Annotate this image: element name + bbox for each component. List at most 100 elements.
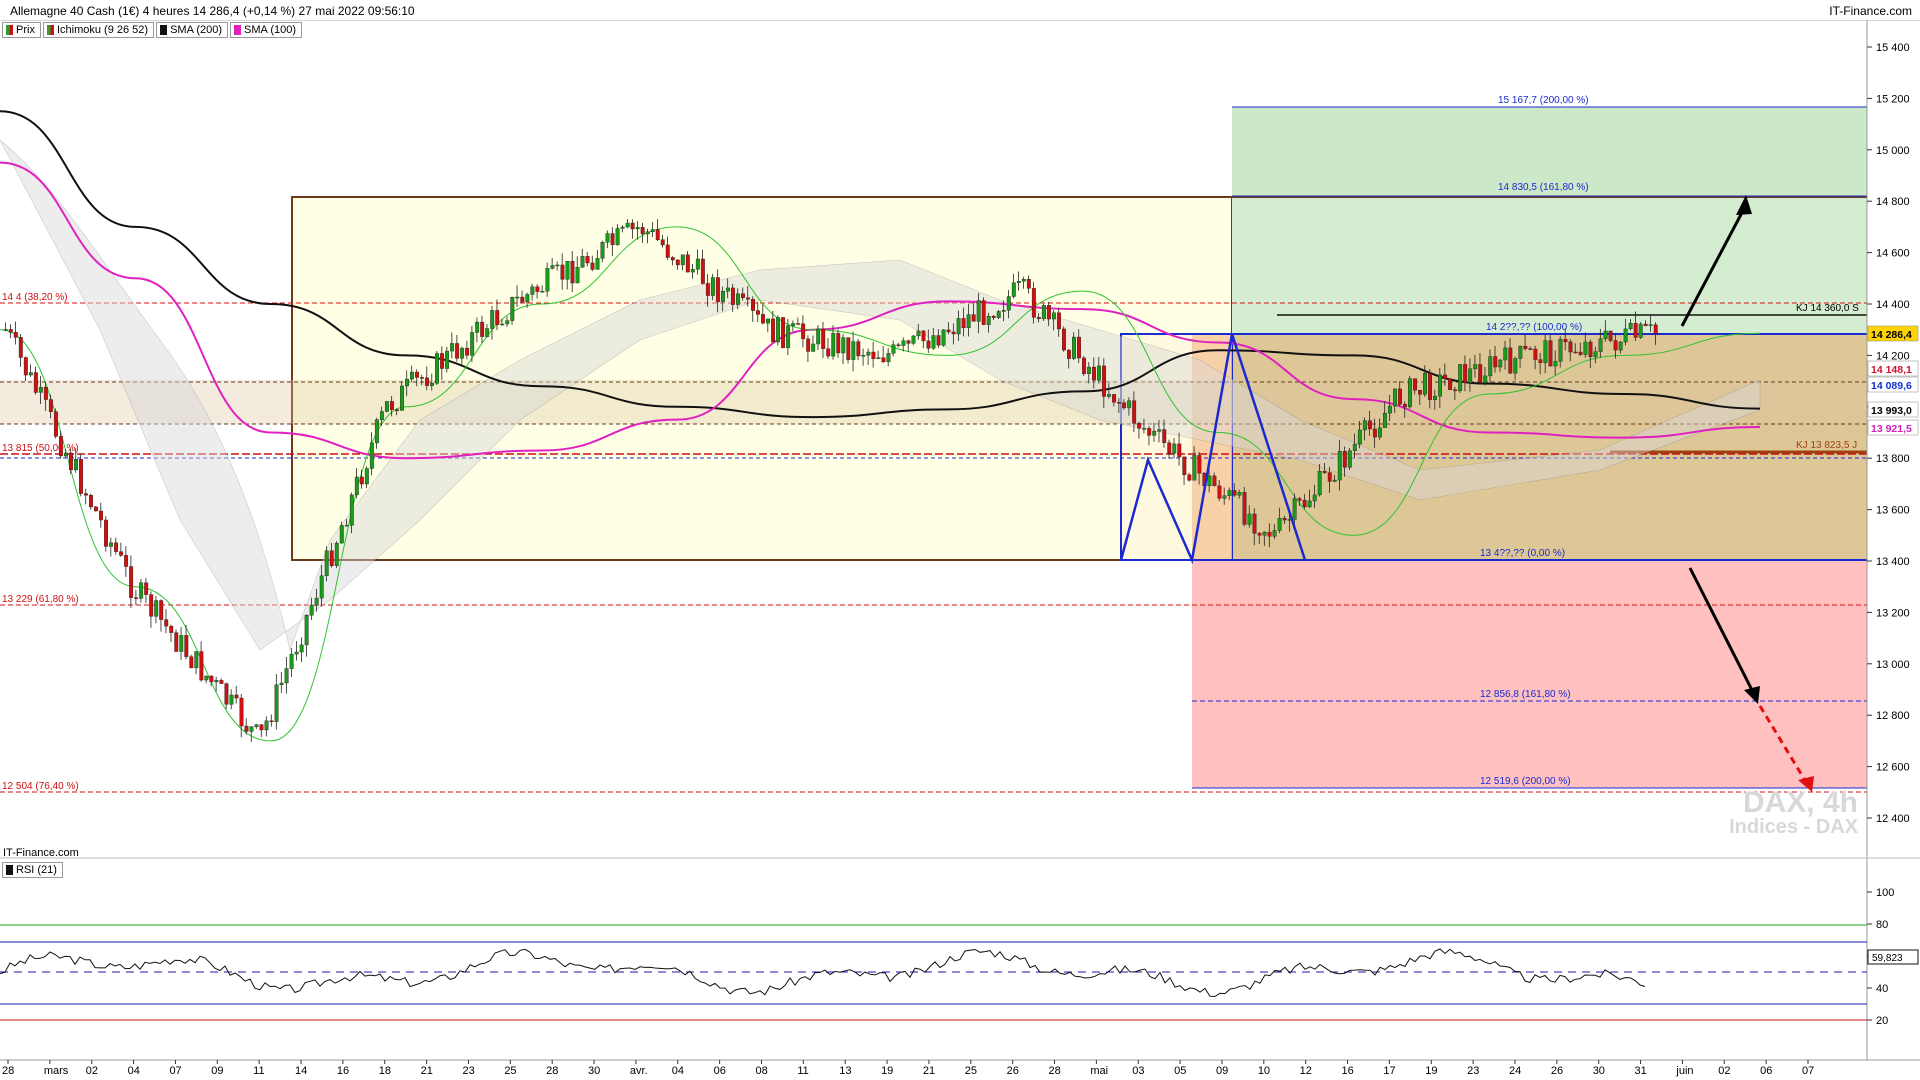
- indicator-legend: Prix Ichimoku (9 26 52) SMA (200) SMA (1…: [2, 22, 304, 38]
- candle: [455, 343, 460, 359]
- candle: [1337, 450, 1342, 481]
- candle: [741, 293, 745, 298]
- candle: [986, 315, 991, 325]
- candle: [931, 335, 936, 349]
- candle: [495, 310, 500, 325]
- candle: [1097, 365, 1102, 381]
- candle: [114, 542, 119, 552]
- price-tick-label: 13 000: [1876, 659, 1910, 671]
- time-tick-label: 11: [253, 1065, 264, 1077]
- candle: [33, 372, 38, 393]
- series-line: [0, 161, 1761, 460]
- time-tick-label: 10: [1258, 1065, 1270, 1077]
- candle: [1227, 490, 1232, 496]
- candle: [1072, 336, 1076, 359]
- time-axis: 28 mars 02 04 07 09 11 14 16 18 21 23 25 28 30 avr. 04 06…: [2, 1060, 1814, 1077]
- time-tick-label: 06: [714, 1065, 726, 1077]
- candle: [1628, 322, 1633, 330]
- candle: [229, 694, 234, 705]
- candle: [951, 331, 956, 335]
- candle: [1423, 373, 1427, 395]
- candle: [279, 682, 284, 686]
- candle: [1498, 359, 1503, 368]
- time-tick-label: 12: [1300, 1065, 1312, 1077]
- candle: [1588, 341, 1593, 358]
- legend-item-prix[interactable]: Prix: [2, 22, 41, 38]
- candle: [615, 228, 620, 245]
- candle: [89, 495, 93, 508]
- candle: [605, 233, 610, 243]
- time-tick-label: 06: [1760, 1065, 1772, 1077]
- candle: [1352, 443, 1357, 451]
- candle: [655, 229, 660, 240]
- candle: [289, 653, 294, 669]
- sma100-swatch: [234, 25, 242, 35]
- candle: [665, 244, 670, 258]
- candle-icon: [6, 25, 13, 35]
- candle: [144, 582, 149, 595]
- price-tick-label: 12 800: [1876, 710, 1910, 722]
- time-tick-label: 24: [1509, 1065, 1521, 1077]
- candle: [871, 351, 876, 359]
- candle: [841, 337, 846, 354]
- price-tick-label: 12 400: [1876, 813, 1910, 825]
- candle: [520, 296, 525, 303]
- candle: [801, 323, 806, 340]
- candle: [645, 231, 650, 235]
- candle: [685, 254, 690, 273]
- fib-label-2: 13 815 (50,00 %): [2, 443, 79, 454]
- candle: [916, 330, 921, 337]
- candle: [329, 550, 334, 566]
- candle: [710, 277, 715, 296]
- candle: [1503, 347, 1508, 361]
- price-tick-label: 14 200: [1876, 350, 1910, 362]
- candle: [394, 409, 399, 411]
- brand-link[interactable]: IT-Finance.com: [1829, 4, 1912, 18]
- candle: [1312, 494, 1317, 502]
- candle: [219, 680, 224, 684]
- candle: [981, 300, 986, 325]
- time-tick-label: 19: [1425, 1065, 1437, 1077]
- candle: [274, 684, 279, 722]
- candle: [1172, 443, 1177, 454]
- candle: [1438, 374, 1443, 397]
- candle: [1011, 282, 1016, 297]
- legend-item-sma200[interactable]: SMA (200): [156, 22, 229, 38]
- candle: [575, 267, 580, 284]
- rsi-legend[interactable]: RSI (21): [2, 862, 63, 878]
- rsi-value: 59,823: [1872, 953, 1903, 964]
- price-candles: [3, 219, 1658, 743]
- candle: [194, 651, 199, 669]
- candle: [1067, 349, 1071, 359]
- candle: [610, 233, 615, 245]
- candle: [425, 377, 429, 386]
- candle: [720, 290, 725, 303]
- price-chart[interactable]: 14 4 (38,20 %) 13 815 (50,00 %) 13 229 (…: [0, 0, 1920, 1080]
- time-tick-label: 21: [923, 1065, 935, 1077]
- candle: [1433, 395, 1438, 400]
- price-tick-label: 13 200: [1876, 607, 1910, 619]
- price-tick-label: 14 400: [1876, 299, 1910, 311]
- candle: [831, 333, 836, 357]
- candle: [1563, 338, 1568, 343]
- candle: [1508, 347, 1513, 374]
- candle: [1362, 420, 1367, 431]
- legend-item-sma100[interactable]: SMA (100): [230, 22, 302, 38]
- candle: [354, 476, 359, 496]
- candle: [1548, 340, 1553, 367]
- price-badge: 14 286,4: [1871, 329, 1912, 341]
- candle: [1026, 279, 1031, 289]
- candle: [941, 329, 946, 346]
- candle: [906, 340, 911, 344]
- candle: [1217, 485, 1222, 499]
- candle: [1483, 375, 1488, 383]
- time-tick-label: mai: [1090, 1065, 1108, 1077]
- candle: [1493, 356, 1498, 368]
- legend-item-ichimoku[interactable]: Ichimoku (9 26 52): [42, 22, 155, 38]
- candle: [53, 411, 58, 437]
- candle: [1408, 378, 1412, 408]
- price-badge: 13 921,5: [1871, 423, 1912, 435]
- candle: [43, 387, 48, 400]
- candle: [1006, 296, 1011, 311]
- candle: [1342, 450, 1347, 468]
